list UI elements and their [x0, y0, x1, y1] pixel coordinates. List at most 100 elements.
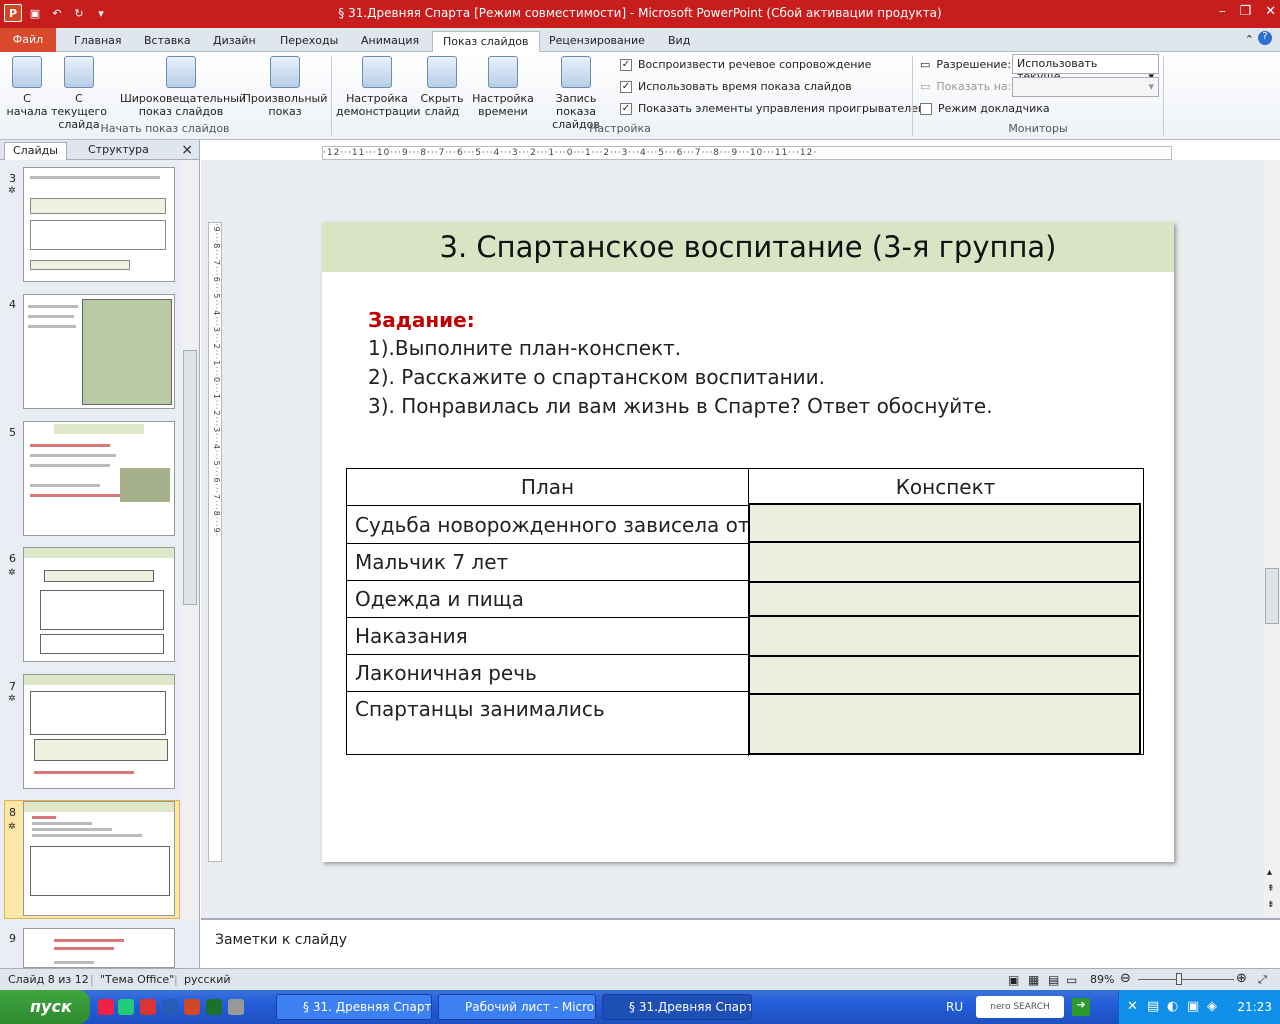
zoom-in-icon[interactable]: ⊕	[1236, 971, 1247, 986]
scrollbar-thumb[interactable]	[1265, 568, 1279, 624]
slide-canvas[interactable]: 3. Спартанское воспитание (3-я группа) З…	[322, 222, 1174, 862]
excel-icon[interactable]	[206, 999, 222, 1015]
window-controls: – ❐ ✕	[1219, 4, 1276, 19]
summary-cell[interactable]	[748, 541, 1141, 583]
slide-thumbnail-4[interactable]	[23, 294, 175, 409]
custom-show-button[interactable]: Произвольный показ	[242, 56, 328, 118]
firefox-icon[interactable]	[118, 999, 134, 1015]
zoom-slider-handle[interactable]	[1176, 973, 1182, 985]
animation-star-icon: ✲	[8, 694, 16, 704]
summary-cell[interactable]	[748, 581, 1141, 617]
update-icon[interactable]: ◈	[1207, 999, 1217, 1014]
tab-insert[interactable]: Вставка	[134, 31, 201, 52]
zoom-out-icon[interactable]: ⊖	[1120, 971, 1131, 986]
safely-remove-icon[interactable]: ▣	[1187, 999, 1199, 1014]
clock[interactable]: 21:23	[1237, 1000, 1272, 1014]
volume-icon[interactable]: ◐	[1167, 999, 1178, 1014]
start-button[interactable]: пуск	[0, 990, 90, 1024]
tab-home[interactable]: Главная	[64, 31, 132, 52]
normal-view-icon[interactable]: ▣	[1008, 973, 1019, 987]
task-item: 2). Расскажите о спартанском воспитании.	[368, 365, 826, 389]
summary-cell[interactable]	[748, 503, 1141, 543]
chevron-up-icon[interactable]: ▴	[1267, 867, 1272, 878]
close-panel-icon[interactable]: ×	[181, 142, 193, 158]
timings-checkbox[interactable]: ✓ Использовать время показа слайдов	[620, 80, 852, 93]
close-icon[interactable]: ✕	[1265, 4, 1276, 19]
slide-thumbnail-3[interactable]	[23, 167, 175, 282]
plan-table[interactable]: План Конспект Судьба новорожденного зави…	[346, 468, 1144, 756]
language[interactable]: русский	[184, 973, 231, 986]
tab-outline[interactable]: Структура	[80, 142, 157, 160]
hide-slide-button[interactable]: Скрыть слайд	[418, 56, 466, 118]
tab-slides[interactable]: Слайды	[4, 142, 67, 160]
record-show-button[interactable]: Запись показа слайдов	[535, 56, 617, 131]
zoom-level[interactable]: 89%	[1090, 973, 1114, 986]
rehearse-timings-button[interactable]: Настройка времени	[471, 56, 535, 118]
task-item: 3). Понравилась ли вам жизнь в Спарте? О…	[368, 394, 993, 418]
chevron-down-icon: ▾	[1148, 80, 1154, 93]
maximize-icon[interactable]: ❐	[1239, 4, 1251, 19]
presenter-view-checkbox[interactable]: Режим докладчика	[920, 102, 1050, 115]
from-current-button[interactable]: С текущего слайда	[48, 56, 110, 131]
minimize-ribbon-icon[interactable]: ⌃	[1245, 33, 1254, 46]
language-indicator[interactable]: RU	[946, 1000, 963, 1014]
arrow-right-icon[interactable]: ➜	[1072, 998, 1090, 1016]
taskbar-item[interactable]: § 31. Древняя Спарта	[276, 994, 432, 1020]
slide-thumbnail-7[interactable]	[23, 674, 175, 789]
stopwatch-icon	[488, 56, 518, 88]
opera-icon[interactable]	[98, 999, 114, 1015]
tab-animation[interactable]: Анимация	[351, 31, 429, 52]
media-controls-checkbox[interactable]: ✓ Показать элементы управления проигрыват…	[620, 102, 926, 115]
resolution-select[interactable]: Использовать текуще...▾	[1012, 54, 1159, 83]
broadcast-icon	[166, 56, 196, 88]
antivirus-icon[interactable]: ✕	[1127, 999, 1138, 1014]
slide-title[interactable]: 3. Спартанское воспитание (3-я группа)	[322, 222, 1174, 272]
help-icon[interactable]: ?	[1258, 31, 1272, 45]
reading-view-icon[interactable]: ▤	[1048, 973, 1059, 987]
tab-view[interactable]: Вид	[658, 31, 700, 52]
taskbar-item[interactable]: Рабочий лист - Micro...	[438, 994, 596, 1020]
tab-transitions[interactable]: Переходы	[270, 31, 348, 52]
slide-thumbnail-8-selected[interactable]	[23, 801, 175, 916]
tab-slideshow[interactable]: Показ слайдов	[432, 31, 540, 52]
slide-thumbnail-5[interactable]	[23, 421, 175, 536]
panel-scrollbar[interactable]	[182, 160, 198, 920]
fit-to-window-icon[interactable]: ⤢	[1258, 973, 1267, 987]
taskbar-item-active[interactable]: § 31.Древняя Спарт...	[602, 994, 752, 1020]
setup-show-button[interactable]: Настройка демонстрации	[336, 56, 421, 118]
hide-slide-icon	[427, 56, 457, 88]
show-desktop-icon[interactable]	[228, 999, 244, 1015]
minimize-icon[interactable]: –	[1219, 4, 1226, 19]
nero-search-box[interactable]: nero SEARCH	[976, 996, 1064, 1018]
previous-slide-icon[interactable]: ⇞	[1267, 884, 1275, 894]
thumbnail-number: 9	[9, 932, 16, 945]
header-plan: План	[520, 475, 575, 499]
network-icon[interactable]: ▤	[1147, 999, 1159, 1014]
editor-scrollbar[interactable]: ▴ ⇞ ⇟	[1264, 160, 1280, 918]
summary-cell[interactable]	[748, 615, 1141, 657]
summary-cell[interactable]	[748, 655, 1141, 695]
slide-thumbnail-6[interactable]	[23, 547, 175, 662]
sorter-view-icon[interactable]: ▦	[1028, 973, 1039, 987]
summary-cell[interactable]	[748, 693, 1141, 755]
notes-pane[interactable]: Заметки к слайду	[201, 918, 1280, 968]
theme-name[interactable]: "Тема Office"	[100, 973, 174, 986]
broadcast-button[interactable]: Широковещательный показ слайдов	[120, 56, 246, 118]
slide-thumbnail-9[interactable]	[23, 928, 175, 968]
yandex-icon[interactable]	[140, 999, 156, 1015]
thumbnail-number: 3	[9, 172, 16, 185]
from-start-button[interactable]: С начала	[4, 56, 50, 118]
scrollbar-thumb[interactable]	[183, 350, 197, 605]
word-icon[interactable]	[162, 999, 178, 1015]
narration-checkbox[interactable]: ✓ Воспроизвести речевое сопровождение	[620, 58, 871, 71]
zoom-slider[interactable]	[1138, 979, 1234, 980]
checkbox-unchecked-icon	[920, 102, 932, 115]
powerpoint-icon[interactable]	[184, 999, 200, 1015]
table-row-label: Мальчик 7 лет	[355, 550, 509, 574]
group-separator	[1163, 56, 1164, 136]
tab-design[interactable]: Дизайн	[203, 31, 266, 52]
tab-review[interactable]: Рецензирование	[539, 31, 655, 52]
tab-file[interactable]: Файл	[0, 28, 56, 52]
next-slide-icon[interactable]: ⇟	[1267, 900, 1275, 910]
slideshow-view-icon[interactable]: ▭	[1066, 973, 1077, 987]
